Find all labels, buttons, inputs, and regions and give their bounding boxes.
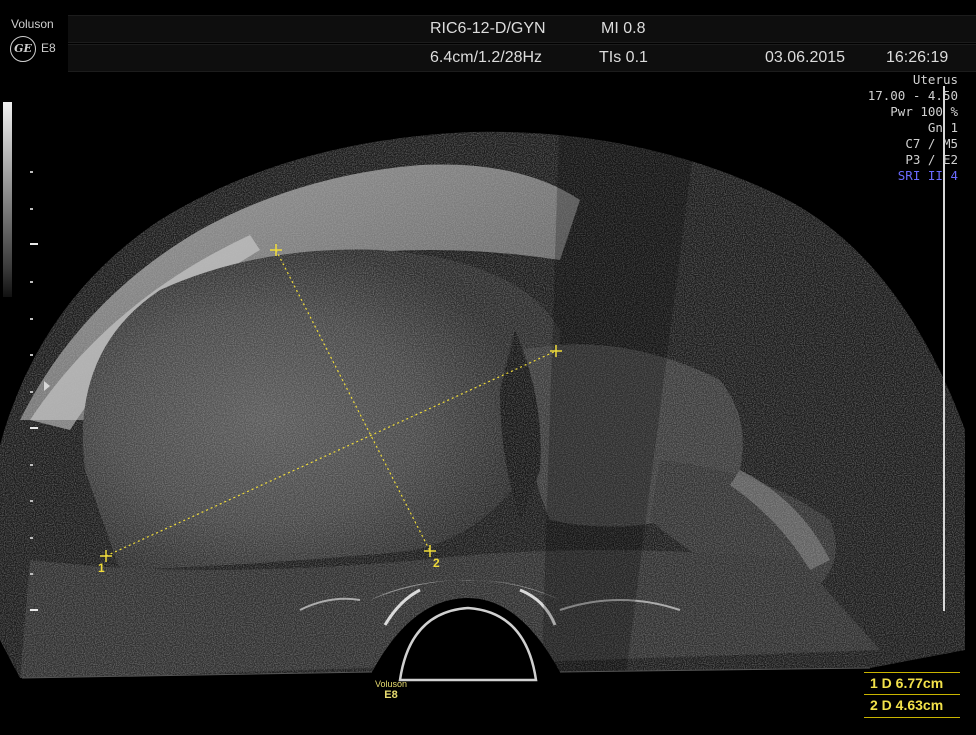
depth-tick (30, 464, 33, 466)
preset-label: Uterus (912, 72, 958, 87)
measurement-results: 1 D 6.77cm 2 D 4.63cm (864, 672, 960, 718)
depth-tick (30, 391, 33, 393)
measurement-divider (864, 694, 960, 695)
depth-tick (30, 573, 33, 575)
measurement-2: 2 D 4.63cm (870, 697, 944, 713)
power-label: Pwr 100 % (890, 104, 958, 119)
depth-tick (30, 318, 33, 320)
sri-label: SRI II 4 (897, 168, 958, 183)
caliper-label-2: 2 (433, 556, 440, 570)
probe-footprint (398, 606, 538, 682)
footer-model: E8 (384, 689, 398, 701)
depth-tick (30, 537, 33, 539)
footer-logo: Voluson E8 (360, 679, 422, 701)
c-m-label: C7 / M5 (905, 136, 958, 151)
p-e-label: P3 / E2 (905, 152, 958, 167)
measurement-1: 1 D 6.77cm (870, 675, 944, 691)
range-label: 17.00 - 4.50 (867, 88, 958, 103)
depth-tick (30, 171, 33, 173)
caliper-label-1: 1 (98, 561, 105, 575)
ultrasound-image (0, 131, 965, 682)
depth-tick (30, 500, 33, 502)
depth-tick (30, 281, 33, 283)
depth-tick (30, 243, 38, 245)
depth-tick (30, 609, 38, 611)
depth-tick (30, 354, 33, 356)
depth-tick (30, 208, 33, 210)
imaging-parameters: Uterus 17.00 - 4.50 Pwr 100 % Gn 1 C7 / … (868, 72, 958, 184)
grayscale-bar (3, 102, 12, 297)
depth-tick (30, 427, 38, 429)
gain-label: Gn 1 (927, 120, 958, 135)
